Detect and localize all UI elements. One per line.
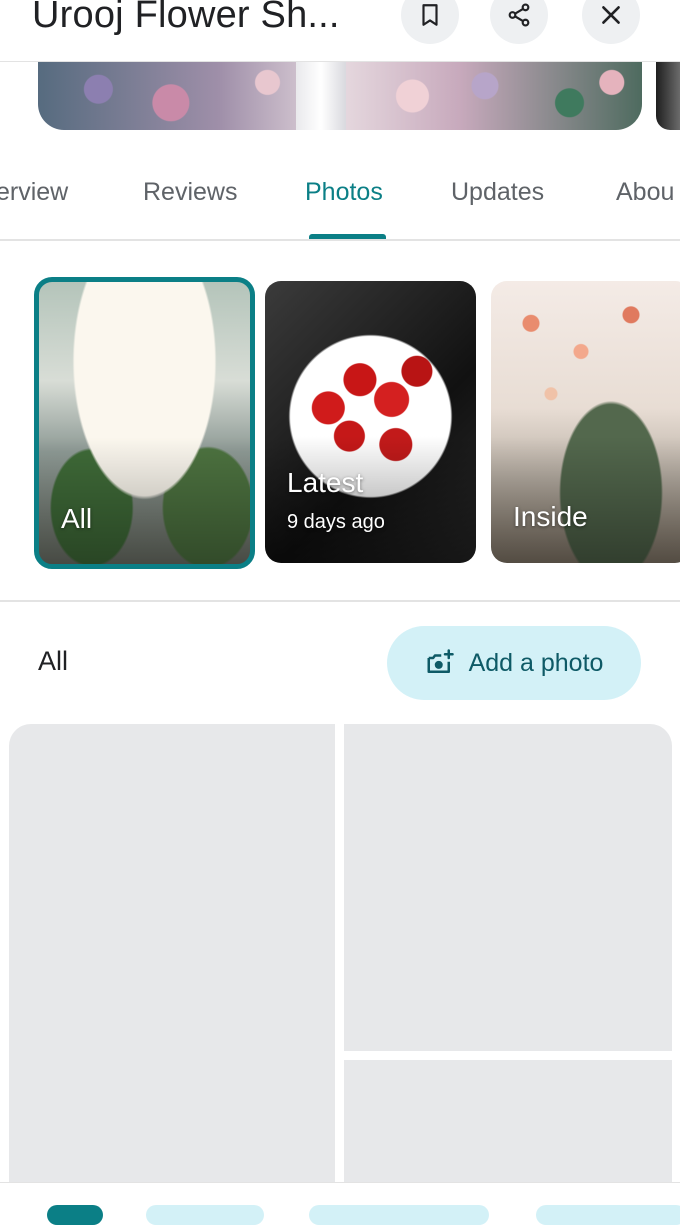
bottom-action-chip[interactable] [536,1205,680,1225]
hero-photo-pillar [296,62,346,130]
place-header: Urooj Flower Sh... [0,0,680,62]
save-button[interactable] [401,0,459,44]
tab-about[interactable]: Abou [616,178,674,207]
close-button[interactable] [582,0,640,44]
tab-overview[interactable]: erview [0,178,68,207]
tab-reviews[interactable]: Reviews [143,178,237,207]
category-card-label: All [61,503,93,534]
hero-photo[interactable] [38,62,642,130]
add-photo-camera-icon [427,649,454,673]
share-icon [508,3,530,27]
category-card-label: Inside [513,501,588,532]
place-title: Urooj Flower Sh... [32,0,340,36]
photo-placeholder[interactable] [344,1060,672,1184]
photo-placeholder[interactable] [9,724,335,1184]
category-card-latest[interactable]: Latest 9 days ago [265,281,476,563]
add-photo-button[interactable]: Add a photo [387,626,641,700]
category-card-label: Latest [287,467,364,498]
bookmark-icon [422,4,438,26]
category-card-subtitle: 9 days ago [287,511,385,533]
photo-placeholder[interactable] [344,724,672,1051]
tabs-divider [0,239,680,241]
bottom-action-primary[interactable] [47,1205,103,1225]
tab-updates[interactable]: Updates [451,178,544,207]
photos-section-heading: All [38,646,69,676]
hero-photo-next[interactable] [656,62,680,130]
category-card-all[interactable]: All [34,277,255,569]
add-photo-label: Add a photo [468,648,604,677]
bottom-action-chip[interactable] [309,1205,489,1225]
bottom-action-chip[interactable] [146,1205,264,1225]
tab-photos[interactable]: Photos [305,178,383,207]
category-card-inside[interactable]: Inside [491,281,680,563]
close-icon [602,6,620,24]
section-divider [0,600,680,602]
share-button[interactable] [490,0,548,44]
tab-bar: erview Reviews Photos Updates Abou [0,150,680,240]
